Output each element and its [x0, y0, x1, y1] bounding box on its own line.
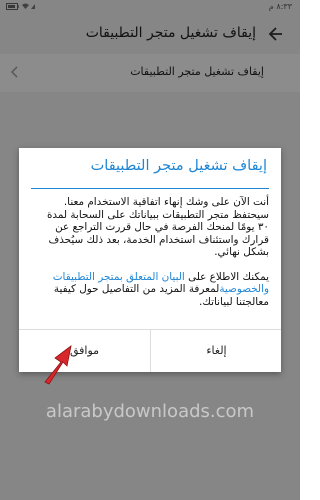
privacy-link[interactable]: والخصوصية	[219, 283, 269, 295]
message-line: ٣٠ يومًا لمنحك الفرصة في حال قررت التراج…	[55, 221, 269, 233]
message-text: يمكنك الاطلاع على	[188, 270, 269, 283]
message-line: قرارك واستئناف استخدام الخدمة، بعد ذلك س…	[48, 233, 269, 246]
message-line: والخصوصيةلمعرفة المزيد من التفاصيل حول ك…	[29, 283, 269, 296]
red-arrow-annotation	[44, 345, 72, 385]
screen: ٨:٣٣ م إيقاف تشغيل متجر التطبيقات إيقاف …	[0, 0, 300, 500]
message-line: سيحتفظ متجر التطبيقات ببياناتك على السحا…	[46, 208, 269, 221]
message-line: يمكنك الاطلاع على البيان المتعلق بمتجر ا…	[29, 271, 269, 284]
message-text: لمعرفة المزيد من التفاصيل حول كيفية	[53, 283, 220, 295]
message-line: معالجتنا لبياناتك.	[199, 295, 269, 308]
privacy-statement-link[interactable]: البيان المتعلق بمتجر التطبيقات	[53, 271, 185, 283]
dialog-title: إيقاف تشغيل متجر التطبيقات	[90, 158, 267, 174]
ok-button[interactable]: موافق	[19, 329, 150, 372]
watermark: alarabydownloads.com	[45, 401, 255, 422]
message-line: أنت الآن على وشك إنهاء اتفاقية الاستخدام…	[63, 196, 269, 208]
cancel-button[interactable]: إلغاء	[151, 329, 282, 372]
message-line: بشكل نهائي.	[214, 246, 269, 258]
dialog-message: أنت الآن على وشك إنهاء اتفاقية الاستخدام…	[29, 196, 269, 308]
dialog-title-divider	[31, 188, 269, 189]
